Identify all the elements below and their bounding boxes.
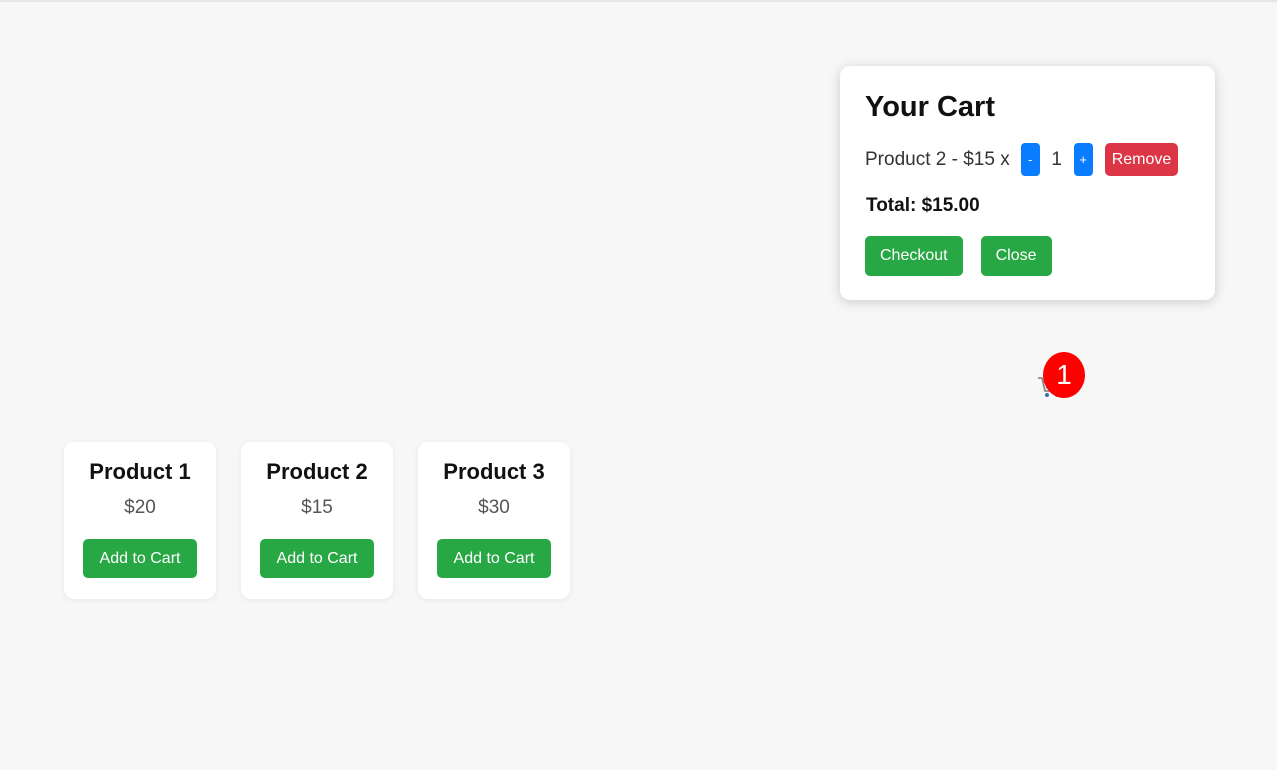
product-price: $15: [301, 497, 333, 518]
cart-toggle[interactable]: 1: [1034, 352, 1086, 404]
close-button[interactable]: Close: [980, 236, 1052, 276]
top-divider: [0, 0, 1277, 2]
product-card: Product 2 $15 Add to Cart: [241, 442, 393, 599]
cart-total: Total: $15.00: [866, 195, 980, 216]
cart-item-label: Product 2 - $15 x: [865, 148, 1010, 170]
cart-title: Your Cart: [865, 91, 995, 123]
add-to-cart-button[interactable]: Add to Cart: [437, 539, 551, 578]
add-to-cart-button[interactable]: Add to Cart: [260, 539, 374, 578]
cart-panel: Your Cart Product 2 - $15 x - 1 + Remove…: [840, 66, 1215, 300]
cart-item: Product 2 - $15 x - 1 + Remove: [865, 143, 1179, 176]
product-card: Product 3 $30 Add to Cart: [418, 442, 570, 599]
product-name: Product 1: [89, 459, 191, 484]
product-name: Product 3: [443, 459, 545, 484]
cart-actions: Checkout Close: [865, 236, 1052, 276]
cart-count-badge: 1: [1043, 352, 1085, 398]
checkout-button[interactable]: Checkout: [865, 236, 963, 276]
add-to-cart-button[interactable]: Add to Cart: [83, 539, 197, 578]
product-price: $20: [124, 497, 156, 518]
product-name: Product 2: [266, 459, 368, 484]
quantity-value: 1: [1051, 148, 1062, 170]
remove-button[interactable]: Remove: [1104, 143, 1179, 176]
product-price: $30: [478, 497, 510, 518]
decrement-button[interactable]: -: [1020, 143, 1040, 176]
increment-button[interactable]: +: [1073, 143, 1093, 176]
product-list: Product 1 $20 Add to Cart Product 2 $15 …: [64, 442, 595, 599]
product-card: Product 1 $20 Add to Cart: [64, 442, 216, 599]
